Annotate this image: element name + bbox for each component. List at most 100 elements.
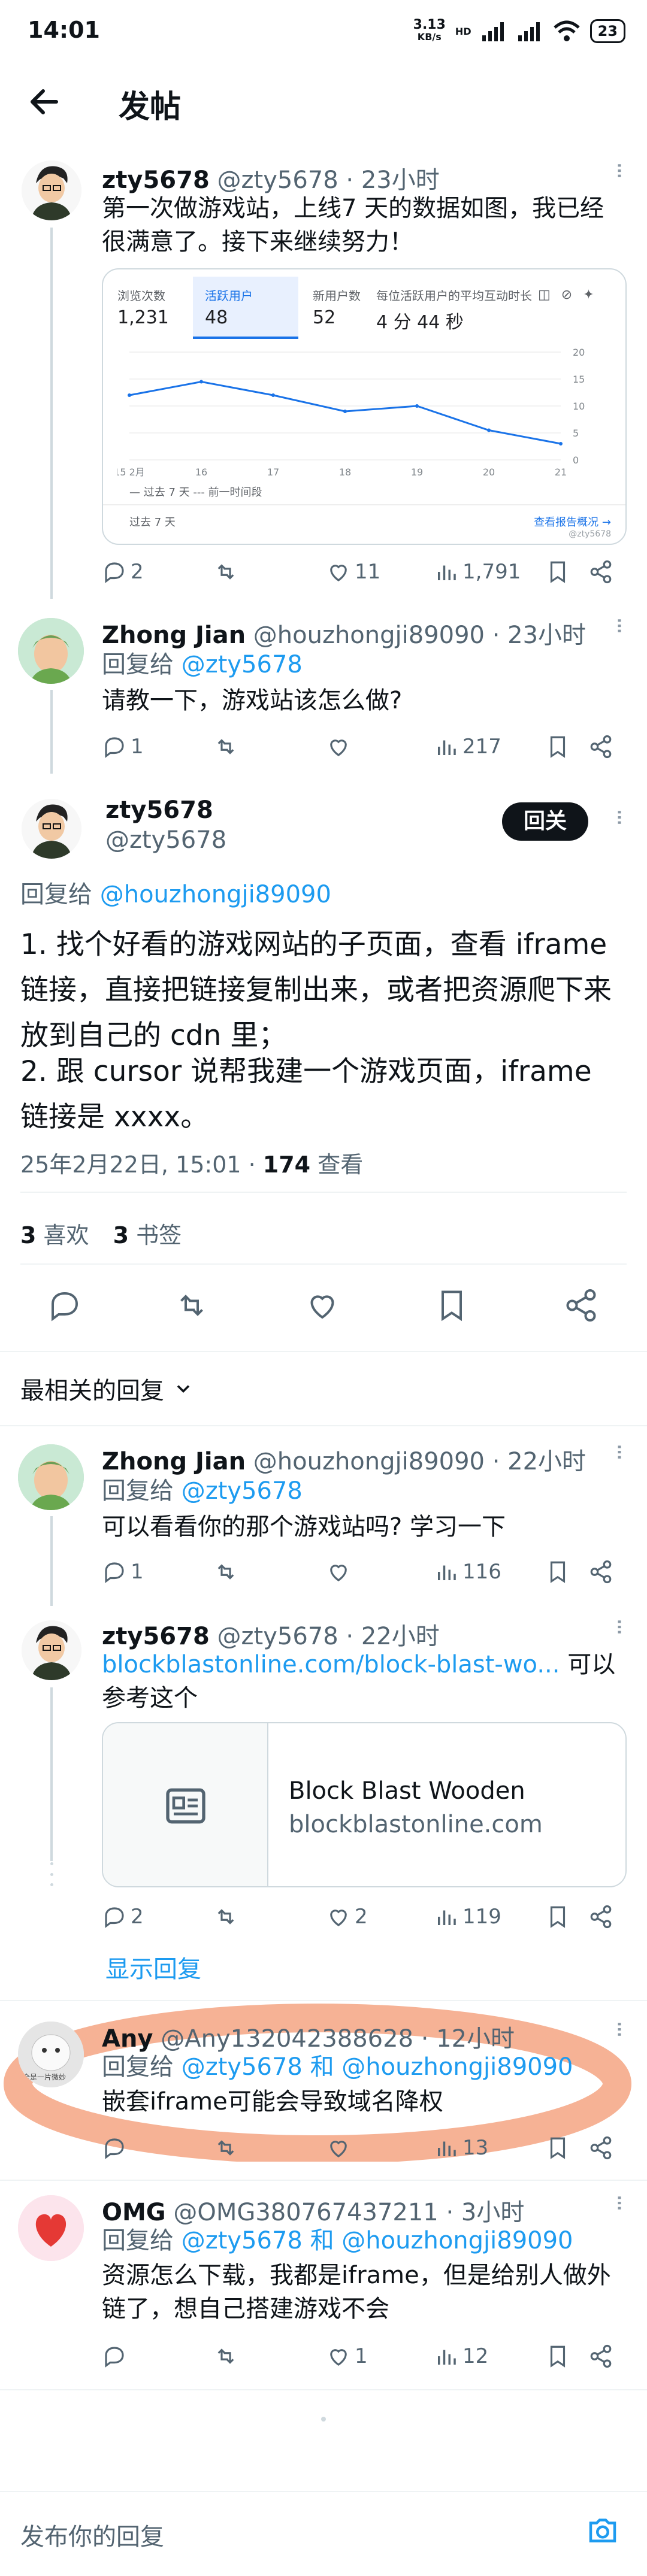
- views-button[interactable]: 1,791: [434, 559, 521, 584]
- avatar[interactable]: [22, 1620, 81, 1680]
- heart-icon: [330, 2349, 347, 2366]
- post-link[interactable]: blockblastonline.com/block-blast-wo...: [102, 1651, 560, 1678]
- author-handle[interactable]: @OMG380767437211: [173, 2199, 438, 2226]
- reply-to-mention[interactable]: @zty5678: [182, 1477, 303, 1505]
- sort-dropdown[interactable]: 最相关的回复: [20, 1371, 194, 1406]
- share-icon[interactable]: [588, 734, 613, 759]
- avatar[interactable]: [22, 160, 81, 220]
- more-icon[interactable]: ···: [605, 808, 633, 824]
- avatar[interactable]: 全是一片微妙: [18, 2022, 84, 2087]
- views-button[interactable]: 217: [434, 734, 501, 759]
- more-icon[interactable]: ···: [605, 2194, 633, 2210]
- reply-icon: [105, 737, 124, 758]
- bookmark-icon[interactable]: [545, 1904, 570, 1929]
- bookmark-icon[interactable]: [545, 734, 570, 759]
- like-button[interactable]: [326, 734, 355, 759]
- share-icon[interactable]: [588, 1904, 613, 1929]
- views-button[interactable]: 13: [434, 2135, 488, 2160]
- thread-dots: [48, 1862, 55, 1886]
- avatar[interactable]: [18, 618, 84, 684]
- repost-button[interactable]: [213, 2135, 242, 2160]
- post-time: · 23小时: [492, 622, 586, 649]
- reply-to-mention[interactable]: @zty5678 和 @houzhongji89090: [182, 2227, 573, 2254]
- author-name[interactable]: zty5678: [102, 166, 210, 194]
- share-icon[interactable]: [588, 559, 613, 584]
- x-tick-label: 16: [195, 466, 207, 478]
- post-time: · 22小时: [492, 1448, 586, 1475]
- like-button[interactable]: 2: [326, 1904, 368, 1929]
- like-button[interactable]: 11: [326, 559, 380, 584]
- like-button[interactable]: 1: [326, 2344, 368, 2369]
- author-name[interactable]: zty5678: [105, 796, 213, 824]
- repost-button[interactable]: [213, 1559, 242, 1584]
- likes-label[interactable]: 喜欢: [36, 1222, 89, 1248]
- views-button[interactable]: 116: [434, 1559, 501, 1584]
- author-name[interactable]: zty5678: [102, 1623, 210, 1650]
- repost-button[interactable]: [213, 559, 242, 584]
- camera-icon[interactable]: [585, 2513, 621, 2548]
- reply-button[interactable]: 1: [102, 734, 144, 759]
- repost-icon[interactable]: [174, 1287, 210, 1323]
- chart-point: [559, 442, 563, 446]
- share-icon[interactable]: [588, 1559, 613, 1584]
- like-button[interactable]: [326, 1559, 355, 1584]
- analytics-screenshot[interactable]: 浏览次数 1,231 活跃用户 48 新用户数 52 每位活跃用户的平均互动时长…: [102, 268, 627, 545]
- loading-dot: [321, 2417, 326, 2422]
- reply-button[interactable]: 2: [102, 559, 144, 584]
- back-arrow-icon[interactable]: [26, 84, 62, 120]
- reply-to-prefix: 回复给: [102, 651, 174, 678]
- post-actions: 2 2 119: [102, 1902, 623, 1932]
- heart-icon[interactable]: [304, 1287, 340, 1323]
- views-button[interactable]: 12: [434, 2344, 488, 2369]
- likes-count[interactable]: 3: [20, 1222, 36, 1248]
- show-replies-link[interactable]: 显示回复: [105, 1950, 201, 1984]
- author-handle[interactable]: @zty5678: [105, 826, 226, 854]
- reply-composer-input[interactable]: 发布你的回复: [20, 2517, 164, 2552]
- kpi-views: 浏览次数 1,231: [117, 286, 169, 328]
- bookmark-icon[interactable]: [545, 2344, 570, 2369]
- reply-to-mention[interactable]: @zty5678 和 @houzhongji89090: [182, 2053, 573, 2081]
- bookmarks-label[interactable]: 书签: [129, 1222, 182, 1248]
- more-icon[interactable]: ···: [605, 617, 633, 632]
- more-icon[interactable]: ···: [605, 2020, 633, 2036]
- author-handle[interactable]: @zty5678: [217, 166, 338, 194]
- avatar[interactable]: [18, 1444, 84, 1510]
- more-icon[interactable]: ···: [605, 1443, 633, 1459]
- link-card-domain: blockblastonline.com: [289, 1811, 543, 1838]
- author-handle[interactable]: @Any132042388628: [161, 2025, 413, 2053]
- repost-button[interactable]: [213, 734, 242, 759]
- reply-button[interactable]: 2: [102, 1904, 144, 1929]
- author-handle[interactable]: @houzhongji89090: [253, 1448, 485, 1475]
- link-card[interactable]: Block Blast Wooden blockblastonline.com: [102, 1722, 627, 1887]
- like-button[interactable]: [326, 2135, 355, 2160]
- share-icon[interactable]: [563, 1287, 599, 1323]
- bookmark-icon[interactable]: [545, 2135, 570, 2160]
- reply-icon[interactable]: [47, 1287, 83, 1323]
- more-icon[interactable]: ···: [605, 162, 633, 177]
- bookmark-icon[interactable]: [545, 559, 570, 584]
- reply-button[interactable]: [102, 2344, 131, 2369]
- share-icon[interactable]: [588, 2344, 613, 2369]
- post-header: zty5678 @zty5678 · 23小时: [102, 160, 599, 195]
- bookmark-icon[interactable]: [545, 1559, 570, 1584]
- author-name[interactable]: Any: [102, 2025, 153, 2053]
- repost-button[interactable]: [213, 1904, 242, 1929]
- bookmarks-count[interactable]: 3: [113, 1222, 129, 1248]
- reply-button[interactable]: 1: [102, 1559, 144, 1584]
- views-button[interactable]: 119: [434, 1904, 501, 1929]
- bookmark-icon[interactable]: [434, 1287, 470, 1323]
- author-name[interactable]: Zhong Jian: [102, 1448, 246, 1475]
- avatar[interactable]: [18, 2195, 84, 2261]
- author-handle[interactable]: @zty5678: [217, 1623, 338, 1650]
- avatar[interactable]: [22, 799, 81, 859]
- reply-to-mention[interactable]: @houzhongji89090: [100, 881, 331, 908]
- author-name[interactable]: Zhong Jian: [102, 622, 246, 649]
- reply-to-mention[interactable]: @zty5678: [182, 651, 303, 678]
- more-icon[interactable]: ···: [605, 1618, 633, 1634]
- author-handle[interactable]: @houzhongji89090: [253, 622, 485, 649]
- reply-button[interactable]: [102, 2135, 131, 2160]
- author-name[interactable]: OMG: [102, 2199, 166, 2226]
- share-icon[interactable]: [588, 2135, 613, 2160]
- repost-button[interactable]: [213, 2344, 242, 2369]
- follow-back-button[interactable]: 回关: [502, 802, 588, 841]
